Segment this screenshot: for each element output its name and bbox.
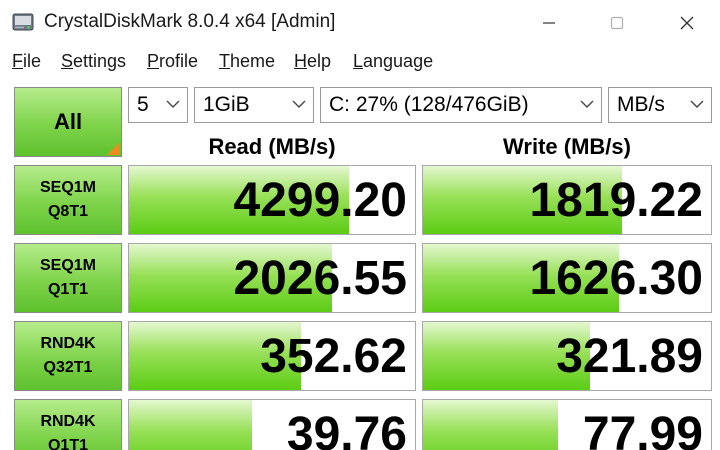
test-size-select[interactable]: 1GiB bbox=[194, 87, 314, 123]
write-value: 1626.30 bbox=[529, 252, 703, 305]
read-value: 352.62 bbox=[260, 330, 407, 383]
write-result: 321.89 bbox=[422, 321, 712, 391]
title-bar: CrystalDiskMark 8.0.4 x64 [Admin] bbox=[0, 0, 720, 46]
menu-language-accel: L bbox=[353, 51, 364, 71]
test-rnd4k-q1t1-button[interactable]: RND4K Q1T1 bbox=[14, 399, 122, 450]
run-all-button[interactable]: All bbox=[14, 87, 122, 157]
test-params: Q1T1 bbox=[47, 281, 88, 298]
chevron-down-icon bbox=[580, 100, 594, 108]
read-result: 4299.20 bbox=[128, 165, 416, 235]
window-title: CrystalDiskMark 8.0.4 x64 [Admin] bbox=[44, 11, 336, 32]
app-disk-icon bbox=[12, 13, 34, 31]
test-name: SEQ1M bbox=[39, 257, 96, 274]
close-button[interactable] bbox=[664, 0, 710, 46]
menu-file-rest: ile bbox=[23, 51, 42, 71]
menu-theme-accel: T bbox=[219, 51, 230, 71]
test-name: RND4K bbox=[40, 413, 96, 430]
minimize-icon bbox=[543, 22, 555, 24]
read-value: 2026.55 bbox=[233, 252, 407, 305]
menu-help-accel: H bbox=[294, 51, 307, 71]
test-name: SEQ1M bbox=[39, 179, 96, 196]
menu-settings[interactable]: Settings bbox=[61, 51, 126, 72]
test-params: Q8T1 bbox=[47, 203, 88, 220]
maximize-icon bbox=[610, 16, 624, 30]
maximize-button[interactable] bbox=[594, 0, 640, 46]
test-params: Q32T1 bbox=[43, 359, 93, 376]
menu-profile[interactable]: Profile bbox=[147, 51, 198, 72]
menu-theme-rest: heme bbox=[230, 51, 276, 71]
test-seq1m-q8t1-button[interactable]: SEQ1M Q8T1 bbox=[14, 165, 122, 235]
test-count-select[interactable]: 5 bbox=[128, 87, 188, 123]
menu-language[interactable]: Language bbox=[353, 51, 433, 72]
menu-file-accel: F bbox=[12, 51, 23, 71]
read-value: 39.76 bbox=[286, 408, 407, 450]
drive-select[interactable]: C: 27% (128/476GiB) bbox=[320, 87, 602, 123]
test-size-value: 1GiB bbox=[203, 93, 250, 116]
write-column-header: Write (MB/s) bbox=[503, 134, 631, 159]
write-value: 77.99 bbox=[582, 408, 703, 450]
read-result: 39.76 bbox=[128, 399, 416, 450]
menu-theme[interactable]: Theme bbox=[219, 51, 275, 72]
menu-file[interactable]: File bbox=[12, 51, 41, 72]
drive-value: C: 27% (128/476GiB) bbox=[329, 93, 529, 116]
read-bar bbox=[129, 400, 252, 450]
write-bar bbox=[423, 400, 559, 450]
run-all-label: All bbox=[53, 109, 83, 134]
write-value: 321.89 bbox=[556, 330, 703, 383]
chevron-down-icon bbox=[292, 100, 306, 108]
corner-marker bbox=[107, 142, 120, 155]
menu-profile-rest: rofile bbox=[159, 51, 199, 71]
write-result: 1626.30 bbox=[422, 243, 712, 313]
test-name: RND4K bbox=[40, 335, 96, 352]
menu-language-rest: anguage bbox=[363, 51, 434, 71]
chevron-down-icon bbox=[690, 100, 704, 108]
chevron-down-icon bbox=[166, 100, 180, 108]
minimize-button[interactable] bbox=[526, 0, 572, 46]
read-result: 2026.55 bbox=[128, 243, 416, 313]
write-result: 77.99 bbox=[422, 399, 712, 450]
menu-settings-rest: ettings bbox=[73, 51, 127, 71]
read-value: 4299.20 bbox=[233, 174, 407, 227]
unit-select[interactable]: MB/s bbox=[608, 87, 712, 123]
test-seq1m-q1t1-button[interactable]: SEQ1M Q1T1 bbox=[14, 243, 122, 313]
menu-help[interactable]: Help bbox=[294, 51, 331, 72]
close-icon bbox=[680, 16, 694, 30]
test-params: Q1T1 bbox=[47, 437, 88, 450]
write-result: 1819.22 bbox=[422, 165, 712, 235]
read-result: 352.62 bbox=[128, 321, 416, 391]
menu-help-rest: elp bbox=[307, 51, 332, 71]
menu-bar: File Settings Profile Theme Help Languag… bbox=[0, 46, 720, 78]
write-value: 1819.22 bbox=[529, 174, 703, 227]
test-rnd4k-q32t1-button[interactable]: RND4K Q32T1 bbox=[14, 321, 122, 391]
test-count-value: 5 bbox=[137, 93, 149, 116]
menu-settings-accel: S bbox=[61, 51, 74, 71]
benchmark-panel: All 5 1GiB C: 27% (128/476GiB) MB/s Read… bbox=[0, 78, 720, 450]
menu-profile-accel: P bbox=[147, 51, 160, 71]
unit-value: MB/s bbox=[617, 93, 665, 116]
read-column-header: Read (MB/s) bbox=[208, 134, 336, 159]
